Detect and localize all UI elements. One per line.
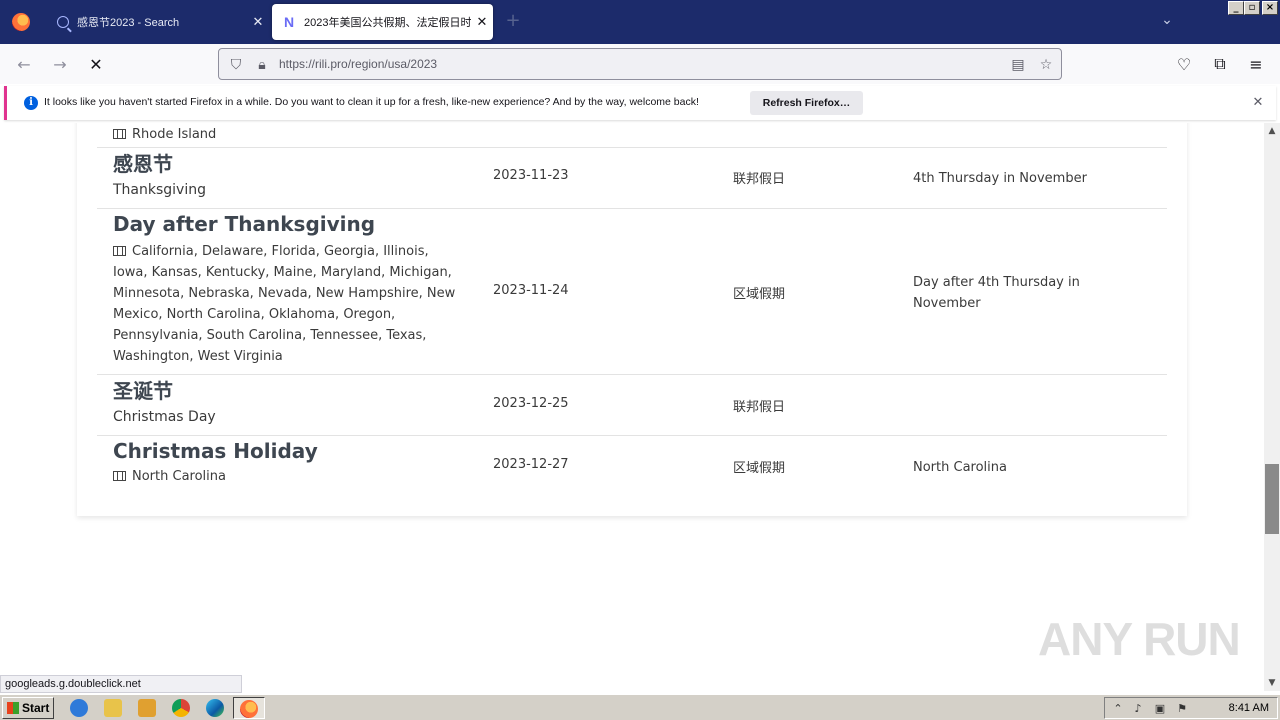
network-icon[interactable]: ▣ <box>1153 702 1167 716</box>
volume-icon[interactable]: ♪ <box>1131 702 1145 716</box>
edge-icon[interactable] <box>206 699 224 717</box>
media-player-icon[interactable] <box>138 699 156 717</box>
system-tray: ⌃ ♪ ▣ ⚑ 8:41 AM <box>1104 697 1278 719</box>
navigation-toolbar: ← → ✕ ⛉ 🔒︎ https://rili.pro/region/usa/2… <box>0 44 1280 84</box>
shield-icon[interactable]: ⛉ <box>227 56 245 74</box>
scroll-down-arrow-icon[interactable]: ▼ <box>1264 675 1280 691</box>
table-row: Christmas Holiday North Carolina 2023-12… <box>97 435 1167 495</box>
bookmark-star-icon[interactable]: ☆ <box>1037 56 1055 74</box>
notification-bar: i It looks like you haven't started Fire… <box>4 86 1276 120</box>
close-icon[interactable]: ✕ <box>471 14 493 30</box>
tab-title: 感恩节2023 - Search <box>77 17 180 29</box>
new-tab-button[interactable]: + <box>503 12 523 32</box>
info-icon: i <box>24 96 38 110</box>
holiday-name[interactable]: 圣诞节 <box>113 378 463 404</box>
close-icon[interactable]: ✕ <box>247 14 269 30</box>
taskbar-firefox-button[interactable] <box>233 697 265 719</box>
scroll-up-arrow-icon[interactable]: ▲ <box>1264 123 1280 139</box>
extensions-puzzle-icon[interactable]: ⧉ <box>1208 52 1232 76</box>
tab-strip: 感恩节2023 - Search ✕ N 2023年美国公共假期、法定假日时 ✕… <box>0 0 1280 44</box>
map-icon <box>113 246 126 256</box>
close-icon[interactable]: ✕ <box>1249 94 1267 112</box>
region-list: Rhode Island <box>113 124 463 145</box>
restore-button[interactable]: ▫ <box>1244 1 1260 15</box>
holiday-date: 2023-12-25 <box>493 396 569 411</box>
taskbar: Start ⌃ ♪ ▣ ⚑ 8:41 AM <box>0 694 1280 720</box>
back-arrow-icon[interactable]: ← <box>12 52 36 76</box>
holiday-date: 2023-11-23 <box>493 168 569 183</box>
holiday-name[interactable]: Day after Thanksgiving <box>113 211 463 237</box>
firefox-menu-button[interactable] <box>0 0 42 44</box>
tab-search[interactable]: 感恩节2023 - Search ✕ <box>43 4 269 40</box>
map-icon <box>113 471 126 481</box>
region-list: California, Delaware, Florida, Georgia, … <box>113 244 456 364</box>
start-button[interactable]: Start <box>2 697 54 719</box>
holiday-rule: 4th Thursday in November <box>913 171 1087 186</box>
search-icon <box>57 16 69 28</box>
link-status-text: googleads.g.doubleclick.net <box>0 675 242 693</box>
forward-arrow-icon[interactable]: → <box>48 52 72 76</box>
holiday-type: 联邦假日 <box>733 172 786 187</box>
scroll-thumb[interactable] <box>1265 464 1279 534</box>
firefox-logo-icon <box>12 13 30 31</box>
map-icon <box>113 129 126 139</box>
holiday-type: 区域假期 <box>733 461 786 476</box>
lock-icon[interactable]: 🔒︎ <box>253 56 271 74</box>
table-row: 感恩节 Thanksgiving 2023-11-23 联邦假日 4th Thu… <box>97 147 1167 208</box>
region-list: North Carolina <box>113 466 463 487</box>
table-row: Day after Thanksgiving California, Delaw… <box>97 208 1167 374</box>
table-row: 圣诞节 Christmas Day 2023-12-25 联邦假日 <box>97 374 1167 435</box>
tab-rili[interactable]: N 2023年美国公共假期、法定假日时 ✕ <box>272 4 493 40</box>
page-content: Rhode Island 感恩节 Thanksgiving 2023-11-23… <box>0 123 1264 691</box>
chrome-icon[interactable] <box>172 699 190 717</box>
tray-expand-icon[interactable]: ⌃ <box>1111 702 1125 716</box>
holiday-date: 2023-12-27 <box>493 457 569 472</box>
holiday-rule: North Carolina <box>913 460 1007 475</box>
anyrun-watermark: ANY RUN <box>1038 613 1241 665</box>
tab-title: 2023年美国公共假期、法定假日时 <box>304 17 471 29</box>
page-scrollbar[interactable]: ▲ ▼ <box>1264 123 1280 691</box>
holiday-rule: Day after 4th Thursday in November <box>913 275 1080 311</box>
refresh-firefox-button[interactable]: Refresh Firefox… <box>750 91 863 115</box>
pocket-icon[interactable]: ♡ <box>1172 52 1196 76</box>
internet-explorer-icon[interactable] <box>70 699 88 717</box>
clock[interactable]: 8:41 AM <box>1229 702 1269 714</box>
hamburger-menu-icon[interactable]: ≡ <box>1244 52 1268 76</box>
site-favicon-icon: N <box>283 14 295 30</box>
firefox-logo-icon <box>240 700 258 718</box>
stop-loading-icon[interactable]: ✕ <box>84 52 108 76</box>
action-center-flag-icon[interactable]: ⚑ <box>1175 702 1189 716</box>
window-close-button[interactable]: × <box>1262 1 1278 15</box>
holiday-date: 2023-11-24 <box>493 283 569 298</box>
list-all-tabs-chevron-icon[interactable]: ⌄ <box>1157 12 1177 32</box>
windows-logo-icon <box>7 702 19 714</box>
holiday-english-name: Thanksgiving <box>113 182 206 198</box>
file-explorer-icon[interactable] <box>104 699 122 717</box>
url-text[interactable]: https://rili.pro/region/usa/2023 <box>279 57 437 71</box>
url-bar[interactable]: ⛉ 🔒︎ https://rili.pro/region/usa/2023 ▤ … <box>218 48 1062 80</box>
minimize-button[interactable]: _ <box>1228 1 1244 15</box>
holiday-name[interactable]: Christmas Holiday <box>113 438 463 464</box>
holiday-type: 区域假期 <box>733 287 786 302</box>
holiday-name[interactable]: 感恩节 <box>113 151 463 177</box>
holiday-table-card: Rhode Island 感恩节 Thanksgiving 2023-11-23… <box>77 123 1187 516</box>
notification-message: It looks like you haven't started Firefo… <box>44 96 699 108</box>
holiday-english-name: Christmas Day <box>113 409 216 425</box>
table-row: Rhode Island <box>97 123 1167 147</box>
holiday-type: 联邦假日 <box>733 400 786 415</box>
reader-view-icon[interactable]: ▤ <box>1009 56 1027 74</box>
